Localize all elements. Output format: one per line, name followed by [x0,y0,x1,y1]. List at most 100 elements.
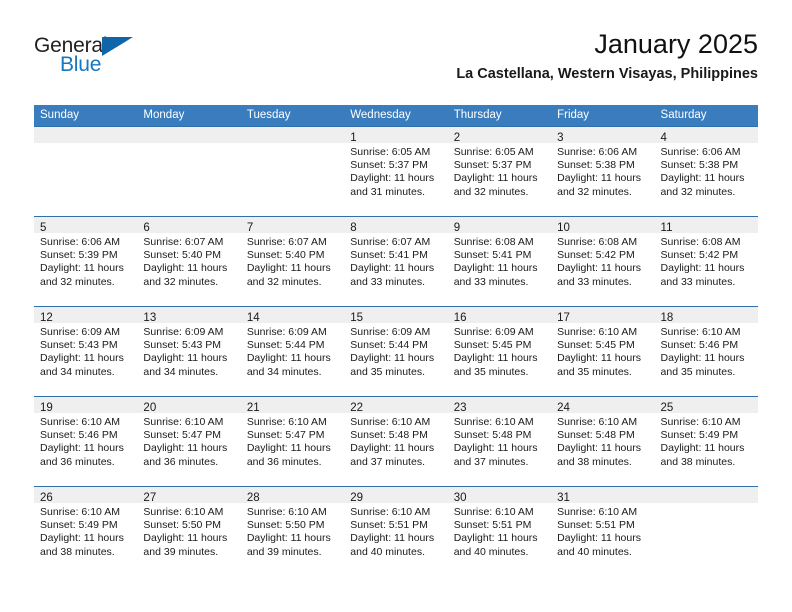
calendar-day-cell[interactable]: 1 Sunrise: 6:05 AM Sunset: 5:37 PM Daylight… [344,126,448,217]
daylight-text-line2: and 33 minutes. [453,275,529,288]
daylight-text-line2: and 39 minutes. [246,545,322,558]
calendar-day-cell[interactable]: 24 Sunrise: 6:10 AM Sunset: 5:48 PM Dayligh… [551,396,655,487]
calendar-day-cell[interactable]: 10 Sunrise: 6:08 AM Sunset: 5:42 PM Dayligh… [551,216,655,307]
calendar-day-cell[interactable]: 7 Sunrise: 6:07 AM Sunset: 5:40 PM Daylight… [240,216,345,307]
day-number-strip: 28 [240,487,345,504]
calendar-day-cell[interactable]: 19 Sunrise: 6:10 AM Sunset: 5:46 PM Dayligh… [34,396,138,487]
calendar-day-cell[interactable]: 25 Sunrise: 6:10 AM Sunset: 5:49 PM Dayligh… [654,396,758,487]
calendar-day-cell[interactable]: 21 Sunrise: 6:10 AM Sunset: 5:47 PM Dayligh… [240,396,345,487]
day-number-strip: 31 [551,487,655,504]
daylight-text-line1: Daylight: 11 hours [40,352,124,365]
daylight-text-line1: Daylight: 11 hours [350,172,435,185]
sunrise-text: Sunrise: 6:09 AM [246,326,327,338]
calendar-day-cell[interactable]: 14 Sunrise: 6:09 AM Sunset: 5:44 PM Dayligh… [240,306,345,397]
day-cell-content: 27 Sunrise: 6:10 AM Sunset: 5:50 PM Dayligh… [137,487,241,576]
sunrise-text: Sunrise: 6:10 AM [557,416,638,428]
calendar-day-cell[interactable]: 27 Sunrise: 6:10 AM Sunset: 5:50 PM Dayligh… [137,486,241,576]
calendar-day-cell[interactable]: 2 Sunrise: 6:05 AM Sunset: 5:37 PM Daylight… [447,126,552,217]
calendar-day-cell[interactable]: 28 Sunrise: 6:10 AM Sunset: 5:50 PM Dayligh… [240,486,345,576]
sunset-text: Sunset: 5:45 PM [453,339,532,352]
sunrise-text: Sunrise: 6:09 AM [143,326,224,338]
day-cell-details: Sunrise: 6:07 AM Sunset: 5:41 PM Daylight:… [344,233,447,289]
calendar-page: General Blue January 2025 La Castellana,… [0,0,792,612]
sunset-text: Sunset: 5:47 PM [246,429,325,442]
day-number-strip: 19 [34,397,138,414]
title-block: January 2025 La Castellana, Western Visa… [456,28,758,84]
day-number-strip: 8 [344,217,448,234]
calendar-day-cell[interactable]: 6 Sunrise: 6:07 AM Sunset: 5:40 PM Daylight… [137,216,241,307]
sunset-text: Sunset: 5:44 PM [246,339,325,352]
daylight-text-line2: and 33 minutes. [660,275,736,288]
day-number: 1 [350,132,357,144]
day-cell-content: 5 Sunrise: 6:06 AM Sunset: 5:39 PM Daylight… [34,217,138,306]
daylight-text-line1: Daylight: 11 hours [453,172,538,185]
day-cell-details: Sunrise: 6:10 AM Sunset: 5:48 PM Daylight:… [551,413,654,469]
calendar-day-cell[interactable]: 4 Sunrise: 6:06 AM Sunset: 5:38 PM Daylight… [654,126,758,217]
day-number: 5 [40,222,47,234]
day-number: 29 [350,492,364,504]
daylight-text-line2: and 40 minutes. [557,545,632,558]
day-cell-details: Sunrise: 6:10 AM Sunset: 5:46 PM Daylight:… [34,413,137,469]
daylight-text-line1: Daylight: 11 hours [143,532,228,545]
calendar-day-cell[interactable]: 13 Sunrise: 6:09 AM Sunset: 5:43 PM Dayligh… [137,306,241,397]
day-cell-content [34,127,138,216]
sunrise-text: Sunrise: 6:10 AM [40,506,120,518]
calendar-day-cell[interactable]: 12 Sunrise: 6:09 AM Sunset: 5:43 PM Dayligh… [34,306,138,397]
calendar-day-cell[interactable]: 26 Sunrise: 6:10 AM Sunset: 5:49 PM Dayligh… [34,486,138,576]
location-subtitle: La Castellana, Western Visayas, Philippi… [456,66,758,82]
day-cell-details: Sunrise: 6:09 AM Sunset: 5:44 PM Daylight:… [344,323,447,379]
day-number: 18 [660,312,674,324]
day-header-friday: Friday [551,105,655,127]
calendar-day-cell[interactable]: 30 Sunrise: 6:10 AM Sunset: 5:51 PM Dayligh… [447,486,552,576]
day-cell-details: Sunrise: 6:10 AM Sunset: 5:50 PM Daylight:… [137,503,240,559]
sunrise-text: Sunrise: 6:07 AM [143,236,224,248]
day-number: 15 [350,312,364,324]
daylight-text-line2: and 35 minutes. [660,365,736,378]
calendar-day-cell[interactable]: 29 Sunrise: 6:10 AM Sunset: 5:51 PM Dayligh… [344,486,448,576]
day-number-strip: 16 [447,307,552,324]
day-number-strip: 25 [654,397,758,414]
day-cell-content: 7 Sunrise: 6:07 AM Sunset: 5:40 PM Daylight… [240,217,345,306]
calendar-day-cell[interactable]: 17 Sunrise: 6:10 AM Sunset: 5:45 PM Dayligh… [551,306,655,397]
sunset-text: Sunset: 5:38 PM [557,159,635,172]
day-number-strip: 13 [137,307,241,324]
calendar-day-cell[interactable]: 20 Sunrise: 6:10 AM Sunset: 5:47 PM Dayligh… [137,396,241,487]
sunset-text: Sunset: 5:37 PM [350,159,428,172]
day-number: 20 [143,402,157,414]
day-number: 12 [40,312,53,324]
calendar-day-cell[interactable]: 16 Sunrise: 6:09 AM Sunset: 5:45 PM Dayligh… [447,306,552,397]
day-cell-content: 26 Sunrise: 6:10 AM Sunset: 5:49 PM Dayligh… [34,487,138,576]
calendar-day-cell[interactable]: 22 Sunrise: 6:10 AM Sunset: 5:48 PM Dayligh… [344,396,448,487]
daylight-text-line1: Daylight: 11 hours [143,262,228,275]
day-cell-details: Sunrise: 6:07 AM Sunset: 5:40 PM Daylight:… [137,233,240,289]
day-number-strip: 23 [447,397,552,414]
sunrise-text: Sunrise: 6:05 AM [350,146,431,158]
daylight-text-line2: and 40 minutes. [350,545,425,558]
day-number-strip: 3 [551,127,655,144]
calendar-day-cell[interactable]: 31 Sunrise: 6:10 AM Sunset: 5:51 PM Dayligh… [551,486,655,576]
day-number: 21 [246,402,260,414]
daylight-text-line2: and 40 minutes. [453,545,529,558]
day-cell-content: 14 Sunrise: 6:09 AM Sunset: 5:44 PM Dayligh… [240,307,345,396]
calendar-day-cell[interactable]: 18 Sunrise: 6:10 AM Sunset: 5:46 PM Dayligh… [654,306,758,397]
calendar-day-cell[interactable]: 9 Sunrise: 6:08 AM Sunset: 5:41 PM Daylight… [447,216,552,307]
calendar-day-cell[interactable]: 5 Sunrise: 6:06 AM Sunset: 5:39 PM Daylight… [34,216,138,307]
sunrise-text: Sunrise: 6:09 AM [350,326,431,338]
sunset-text: Sunset: 5:40 PM [143,249,222,262]
logo-triangle-icon [102,37,133,56]
sunrise-text: Sunrise: 6:08 AM [557,236,638,248]
day-cell-details: Sunrise: 6:09 AM Sunset: 5:43 PM Daylight:… [34,323,137,379]
day-header-wednesday: Wednesday [344,105,448,127]
day-cell-details: Sunrise: 6:10 AM Sunset: 5:51 PM Daylight:… [448,503,551,559]
day-cell-content: 2 Sunrise: 6:05 AM Sunset: 5:37 PM Daylight… [447,127,552,216]
sunset-text: Sunset: 5:47 PM [143,429,222,442]
day-cell-details: Sunrise: 6:10 AM Sunset: 5:45 PM Daylight:… [551,323,654,379]
calendar-day-cell[interactable]: 8 Sunrise: 6:07 AM Sunset: 5:41 PM Daylight… [344,216,448,307]
calendar-day-cell[interactable]: 11 Sunrise: 6:08 AM Sunset: 5:42 PM Dayligh… [654,216,758,307]
calendar-day-cell[interactable]: 23 Sunrise: 6:10 AM Sunset: 5:48 PM Dayligh… [447,396,552,487]
calendar-day-cell[interactable]: 15 Sunrise: 6:09 AM Sunset: 5:44 PM Dayligh… [344,306,448,397]
daylight-text-line2: and 35 minutes. [350,365,425,378]
calendar-week-row: 1 Sunrise: 6:05 AM Sunset: 5:37 PM Daylight… [34,126,758,217]
day-cell-content: 8 Sunrise: 6:07 AM Sunset: 5:41 PM Daylight… [344,217,448,306]
calendar-day-cell[interactable]: 3 Sunrise: 6:06 AM Sunset: 5:38 PM Daylight… [551,126,655,217]
